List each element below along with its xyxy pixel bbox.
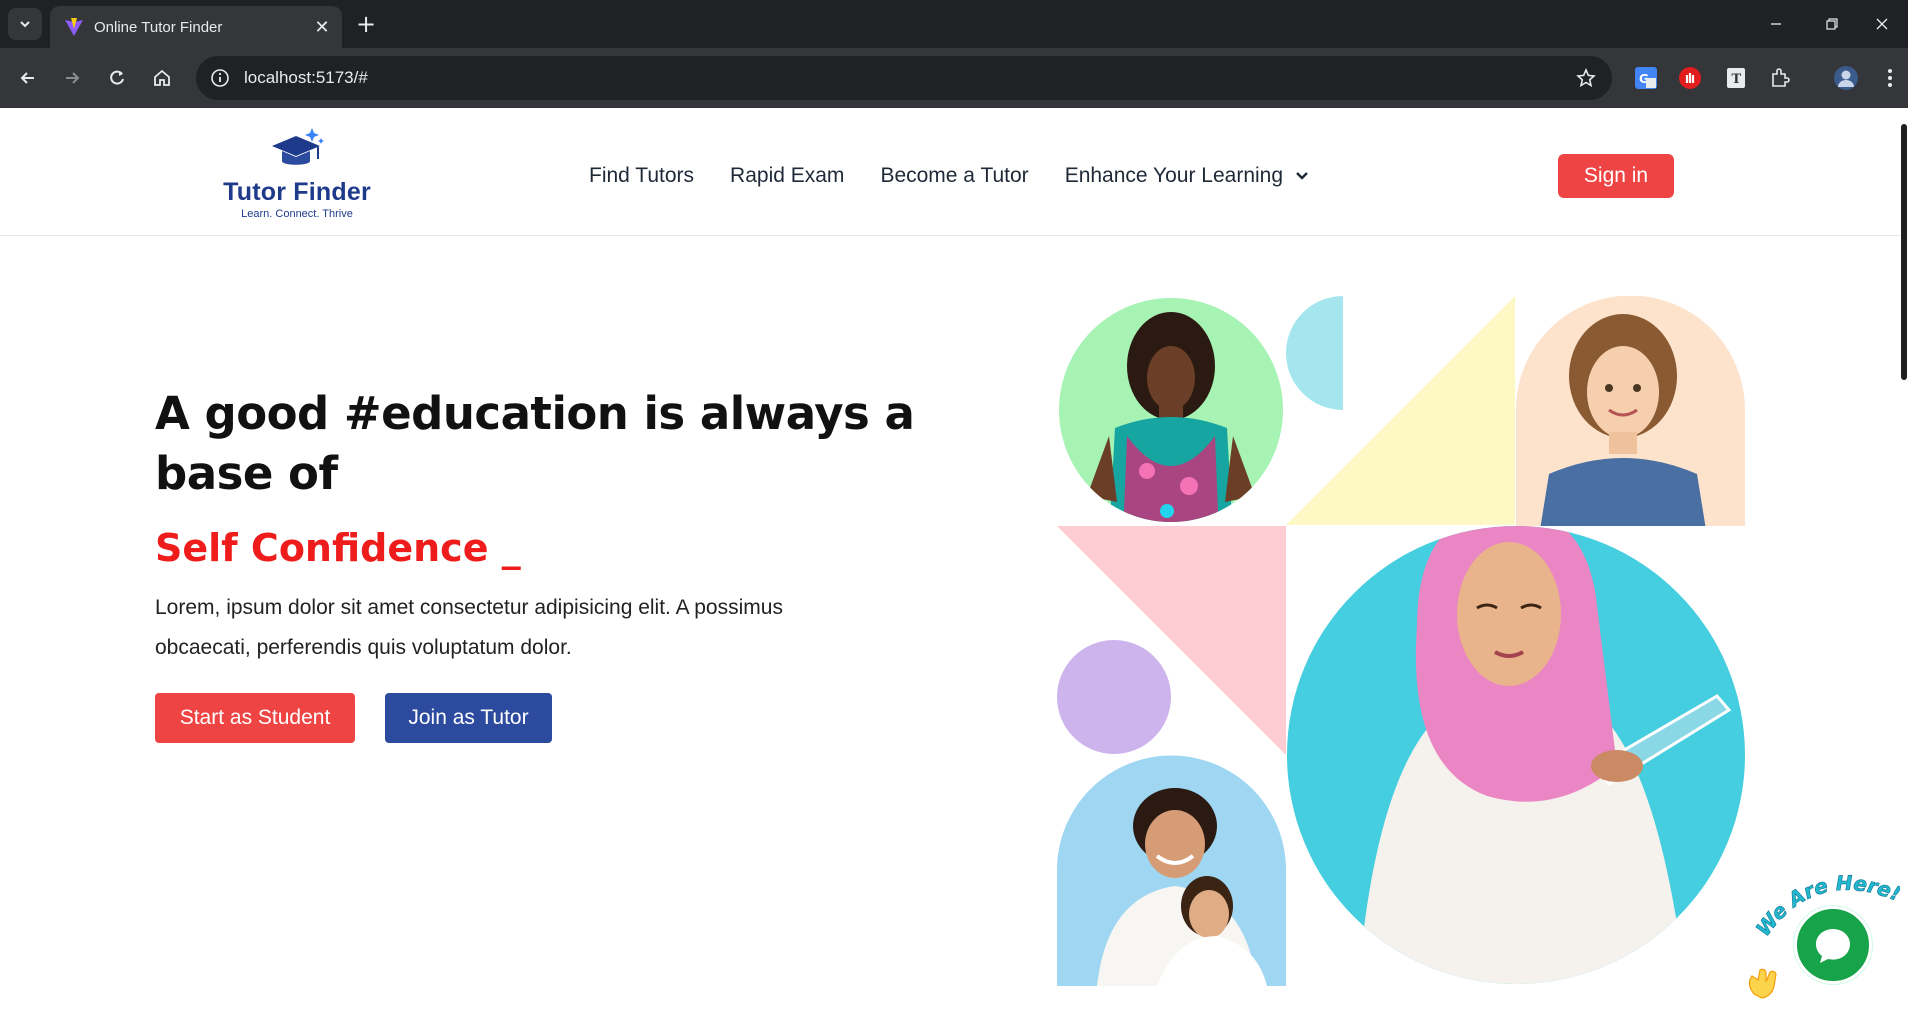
chat-open-button[interactable]	[1794, 906, 1872, 984]
url-text: localhost:5173/#	[244, 68, 368, 87]
browser-tab[interactable]: Online Tutor Finder ✕	[50, 6, 342, 48]
woman-in-dress-photo	[1059, 298, 1283, 522]
close-window-icon[interactable]	[1868, 10, 1896, 38]
restore-icon[interactable]	[1818, 10, 1846, 38]
minimize-icon[interactable]	[1762, 10, 1790, 38]
hero-image-collage	[1057, 296, 1745, 986]
chat-bubble-icon	[1816, 929, 1850, 963]
tab-search-button[interactable]	[8, 8, 42, 40]
extensions-puzzle-icon[interactable]	[1766, 64, 1794, 92]
logo-name: Tutor Finder	[223, 178, 371, 206]
nav-find-tutors[interactable]: Find Tutors	[589, 164, 694, 188]
chevron-down-icon	[1296, 172, 1308, 180]
logo-tagline: Learn. Connect. Thrive	[241, 208, 353, 220]
site-header: Tutor Finder Learn. Connect. Thrive Find…	[0, 108, 1900, 236]
browser-tab-strip: Online Tutor Finder ✕ +	[0, 0, 1908, 48]
vite-favicon-icon	[65, 18, 83, 36]
nav-rapid-exam[interactable]: Rapid Exam	[730, 164, 844, 188]
block-extension-icon[interactable]	[1676, 64, 1704, 92]
forward-icon[interactable]	[56, 62, 88, 94]
lavender-circle-shape	[1057, 640, 1171, 754]
cyan-half-circle-shape	[1286, 296, 1343, 410]
close-tab-icon[interactable]: ✕	[312, 17, 332, 38]
address-bar[interactable]: localhost:5173/#	[196, 56, 1612, 100]
graduation-cap-logo-icon	[272, 128, 324, 165]
browser-toolbar: localhost:5173/# G T	[0, 48, 1908, 108]
profile-avatar-icon[interactable]	[1832, 64, 1860, 92]
nav-enhance-learning-label: Enhance Your Learning	[1064, 164, 1284, 187]
back-icon[interactable]	[12, 62, 44, 94]
join-as-tutor-button[interactable]: Join as Tutor	[385, 693, 552, 743]
chat-widget[interactable]: We Are Here!	[1744, 868, 1904, 1016]
site-logo[interactable]: Tutor Finder Learn. Connect. Thrive	[222, 126, 372, 226]
start-as-student-button[interactable]: Start as Student	[155, 693, 355, 743]
page-content: Tutor Finder Learn. Connect. Thrive Find…	[0, 108, 1908, 1016]
svg-text:T: T	[1732, 72, 1742, 87]
page-scrollbar-thumb[interactable]	[1901, 124, 1907, 380]
hero-typed-text: Self Confidence _	[155, 526, 521, 570]
reload-icon[interactable]	[101, 62, 133, 94]
main-nav: Find Tutors Rapid Exam Become a Tutor En…	[589, 164, 1345, 188]
nav-enhance-learning-dropdown[interactable]: Enhance Your Learning	[1065, 164, 1309, 188]
text-extension-icon[interactable]: T	[1722, 64, 1750, 92]
tab-title: Online Tutor Finder	[94, 18, 223, 36]
google-translate-extension-icon[interactable]: G	[1632, 64, 1660, 92]
woman-in-hijab-with-tablet-photo	[1287, 526, 1745, 984]
waving-hand-icon	[1748, 968, 1777, 999]
smiling-girl-photo	[1516, 296, 1745, 526]
site-info-icon[interactable]	[206, 64, 234, 92]
nav-become-tutor[interactable]: Become a Tutor	[880, 164, 1028, 188]
home-icon[interactable]	[146, 62, 178, 94]
chevron-down-icon	[20, 21, 30, 28]
signin-button[interactable]: Sign in	[1558, 154, 1674, 198]
bookmark-star-icon[interactable]	[1574, 66, 1598, 90]
hero-title: A good #education is always a base of	[155, 387, 915, 500]
hero-description: Lorem, ipsum dolor sit amet consectetur …	[155, 596, 783, 659]
mother-and-daughter-photo	[1057, 755, 1286, 986]
browser-menu-icon[interactable]	[1876, 64, 1904, 92]
new-tab-button[interactable]: +	[352, 10, 380, 38]
